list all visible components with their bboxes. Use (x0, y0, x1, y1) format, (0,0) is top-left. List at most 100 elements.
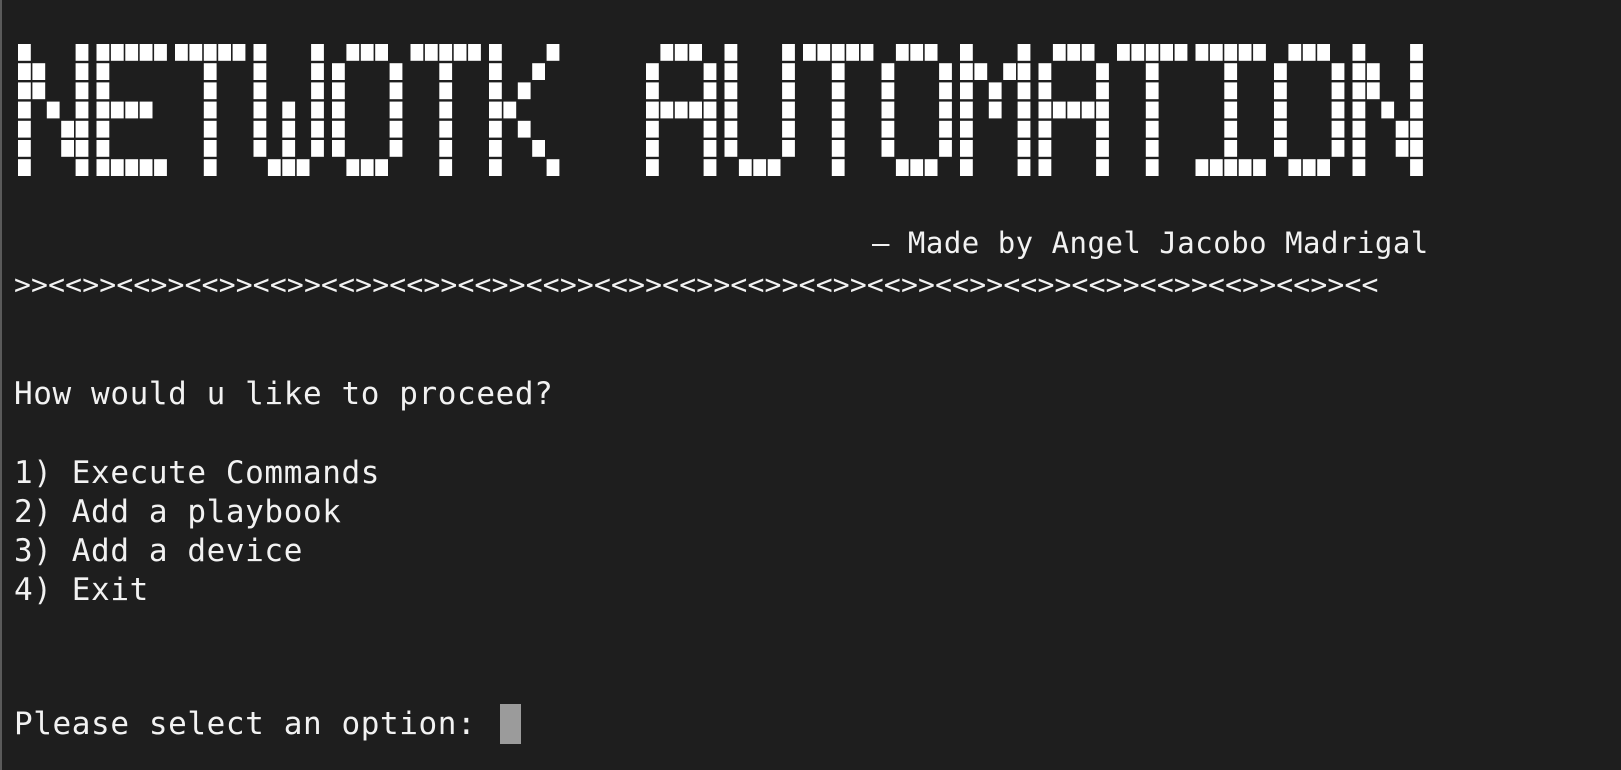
banner-pixel (1331, 120, 1345, 138)
banner-pixel (1366, 63, 1380, 80)
banner-pixel (1067, 44, 1081, 61)
banner-pixel (311, 44, 324, 61)
banner-pixel (1317, 159, 1330, 176)
banner-pixel (282, 120, 296, 138)
banner-pixel (803, 44, 816, 61)
banner-pixel (1288, 44, 1302, 61)
banner-pixel (831, 44, 845, 61)
banner-pixel (646, 140, 659, 157)
banner-pixel (375, 159, 388, 176)
banner-pixel (646, 120, 659, 138)
banner-pixel (881, 63, 895, 80)
banner-pixel (489, 140, 502, 157)
banner-pixel (332, 140, 345, 157)
banner-pixel (960, 82, 973, 100)
banner-pixel (1052, 44, 1066, 61)
banner-pixel (61, 140, 74, 157)
banner-pixel (75, 63, 89, 80)
option-prompt[interactable]: Please select an option: (14, 703, 521, 745)
banner-pixel (817, 44, 831, 61)
banner-pixel (489, 101, 502, 119)
banner-pixel (646, 159, 659, 176)
banner-pixel (960, 101, 973, 119)
banner-pixel (489, 63, 502, 80)
banner-pixel (282, 101, 296, 119)
banner-pixel (1145, 120, 1159, 138)
banner-pixel (18, 101, 31, 119)
banner-pixel (332, 63, 345, 80)
banner-pixel (674, 101, 688, 119)
banner-pixel (61, 120, 74, 138)
banner-pixel (1331, 82, 1345, 100)
banner-pixel (75, 140, 89, 157)
banner-pixel (703, 120, 717, 138)
banner-pixel (1274, 120, 1287, 138)
banner-pixel (782, 63, 795, 80)
terminal-window[interactable]: NETWOTK AUTOMATION — Made by Angel Jacob… (0, 0, 1621, 770)
banner-pixel (831, 140, 845, 157)
banner-pixel (439, 159, 453, 176)
banner-pixel (724, 44, 738, 61)
banner-pixel (960, 44, 973, 61)
banner-pixel (503, 101, 517, 119)
banner-pixel (218, 44, 231, 61)
banner-pixel (532, 140, 545, 157)
banner-pixel (253, 63, 267, 80)
banner-pixel (346, 159, 360, 176)
banner-pixel (253, 120, 267, 138)
separator-line: >><<>><<>><<>><<>><<>><<>><<>><<>><<>><<… (14, 268, 1379, 301)
banner-pixel (1017, 159, 1031, 176)
banner-pixel (881, 120, 895, 138)
banner-pixel (881, 101, 895, 119)
banner-pixel (1352, 63, 1366, 80)
banner-pixel (139, 44, 153, 61)
banner-pixel (646, 63, 659, 80)
banner-pixel (439, 44, 453, 61)
banner-pixel (1195, 44, 1209, 61)
banner-pixel (1274, 63, 1287, 80)
banner-pixel (1274, 140, 1287, 157)
banner-pixel (960, 63, 973, 80)
banner-pixel (203, 101, 217, 119)
banner-pixel (203, 159, 217, 176)
banner-pixel (1145, 63, 1159, 80)
banner-letter (253, 44, 324, 176)
banner-pixel (311, 140, 324, 157)
banner-pixel (32, 82, 46, 100)
banner-pixel (110, 159, 124, 176)
banner-pixel (782, 101, 795, 119)
banner-pixel (532, 63, 545, 80)
banner-letter (646, 44, 717, 176)
menu-question: How would u like to proceed? (14, 376, 554, 412)
banner-pixel (782, 44, 795, 61)
banner-pixel (203, 44, 217, 61)
banner-pixel (439, 140, 453, 157)
banner-pixel (189, 44, 203, 61)
banner-pixel (489, 44, 502, 61)
banner-pixel (139, 159, 153, 176)
banner-pixel (1302, 159, 1316, 176)
banner-pixel (96, 63, 110, 80)
banner-pixel (1224, 44, 1238, 61)
banner-pixel (703, 140, 717, 157)
banner-pixel (296, 159, 310, 176)
banner-pixel (282, 159, 296, 176)
banner-pixel (924, 159, 938, 176)
banner-pixel (1096, 101, 1109, 119)
banner-pixel (96, 140, 110, 157)
banner-letter (1117, 44, 1188, 176)
banner-pixel (782, 140, 795, 157)
banner-letter (960, 44, 1031, 176)
banner-pixel (96, 159, 110, 176)
banner-pixel (517, 82, 531, 100)
banner-pixel (267, 159, 281, 176)
banner-pixel (660, 101, 674, 119)
banner-pixel (689, 44, 702, 61)
banner-pixel (96, 82, 110, 100)
prompt-label: Please select an option: (14, 706, 496, 742)
banner-pixel (1067, 101, 1081, 119)
banner-pixel (96, 101, 110, 119)
banner-pixel (18, 140, 31, 157)
banner-pixel (895, 44, 909, 61)
banner-pixel (1038, 101, 1052, 119)
